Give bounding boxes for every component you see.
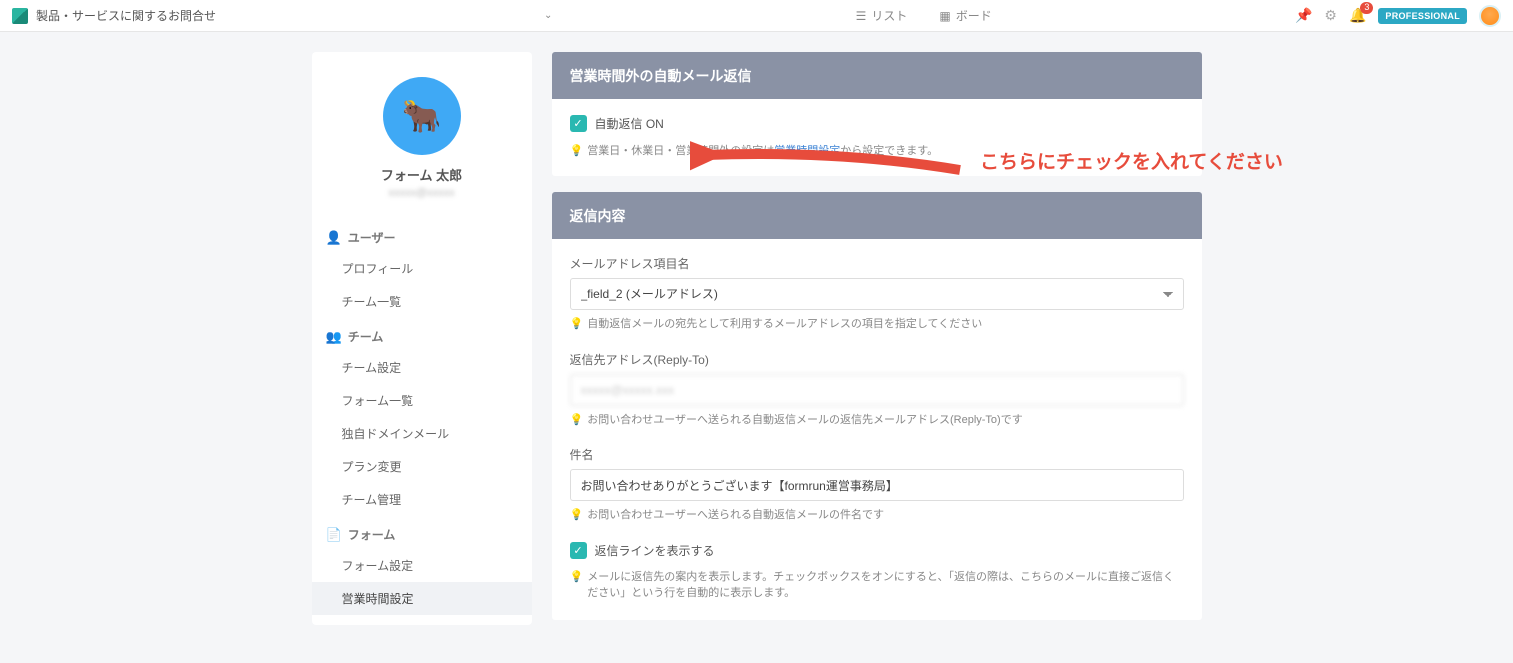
board-icon: ▦ [939,9,950,23]
app-logo-icon[interactable] [12,8,28,24]
profile-email: xxxxx@xxxxx [388,187,454,199]
view-tab-board-label: ボード [956,7,992,24]
auto-reply-hint: 💡 営業日・休業日・営業時間外の設定は営業時間設定から設定できます。 [570,142,1184,158]
bell-icon[interactable]: 🔔 3 [1349,7,1366,24]
sidebar-item-team-manage[interactable]: チーム管理 [312,483,532,516]
reply-to-label: 返信先アドレス(Reply-To) [570,351,1184,368]
reply-to-input[interactable] [570,374,1184,406]
form-icon: 📄 [326,527,342,543]
list-icon: ☰ [856,9,867,23]
sidebar-item-business-hours[interactable]: 営業時間設定 [312,582,532,615]
sidebar-item-domain-mail[interactable]: 独自ドメインメール [312,417,532,450]
sidebar-section-user: 👤 ユーザー [312,219,532,252]
bulb-icon: 💡 [570,412,584,429]
panel-header-reply-content: 返信内容 [552,192,1202,240]
team-icon: 👥 [326,329,342,345]
topbar: 製品・サービスに関するお問合せ ⌄ ☰ リスト ▦ ボード 📌 ⚙ 🔔 3 PR… [0,0,1513,32]
bulb-icon: 💡 [570,144,584,157]
reply-line-hint: 💡 メールに返信先の案内を表示します。チェックボックスをオンにすると、「返信の際… [570,569,1184,602]
plan-badge: PROFESSIONAL [1378,8,1467,24]
pin-icon[interactable]: 📌 [1295,7,1312,24]
sidebar-item-form-list[interactable]: フォーム一覧 [312,384,532,417]
panel-header-auto-reply: 営業時間外の自動メール返信 [552,52,1202,100]
profile-name: フォーム 太郎 [381,165,462,184]
sidebar-section-form: 📄 フォーム [312,516,532,549]
email-field-hint: 💡 自動返信メールの宛先として利用するメールアドレスの項目を指定してください [570,316,1184,333]
notification-badge: 3 [1360,2,1373,14]
email-field-select[interactable]: _field_2 (メールアドレス) [570,278,1184,310]
chevron-down-icon[interactable]: ⌄ [544,10,552,21]
reply-line-label: 返信ラインを表示する [595,542,715,559]
sidebar-item-team-list[interactable]: チーム一覧 [312,285,532,318]
bulb-icon: 💡 [570,569,584,586]
bull-icon: 🐂 [402,97,442,135]
subject-input[interactable] [570,469,1184,501]
view-tab-board[interactable]: ▦ ボード [939,7,991,24]
profile-avatar: 🐂 [383,77,461,155]
bulb-icon: 💡 [570,507,584,524]
sidebar-item-profile[interactable]: プロフィール [312,252,532,285]
view-tab-list[interactable]: ☰ リスト [856,7,908,24]
sidebar-section-team: 👥 チーム [312,318,532,351]
email-field-label: メールアドレス項目名 [570,255,1184,272]
page-title: 製品・サービスに関するお問合せ [36,7,216,24]
auto-reply-label: 自動返信 ON [595,115,664,132]
subject-label: 件名 [570,446,1184,463]
business-hours-link[interactable]: 営業時間設定 [774,145,840,157]
user-icon: 👤 [326,230,342,246]
user-avatar[interactable] [1479,5,1501,27]
auto-reply-checkbox[interactable]: ✓ [570,115,587,132]
panel-reply-content: 返信内容 メールアドレス項目名 _field_2 (メールアドレス) 💡 自動返… [552,192,1202,620]
reply-line-checkbox[interactable]: ✓ [570,542,587,559]
subject-hint: 💡 お問い合わせユーザーへ送られる自動返信メールの件名です [570,507,1184,524]
reply-to-hint: 💡 お問い合わせユーザーへ送られる自動返信メールの返信先メールアドレス(Repl… [570,412,1184,429]
sidebar-item-form-settings[interactable]: フォーム設定 [312,549,532,582]
sidebar-item-plan-change[interactable]: プラン変更 [312,450,532,483]
panel-auto-reply: 営業時間外の自動メール返信 ✓ 自動返信 ON 💡 営業日・休業日・営業時間外の… [552,52,1202,176]
gear-icon[interactable]: ⚙ [1324,7,1337,24]
bulb-icon: 💡 [570,316,584,333]
sidebar-item-team-settings[interactable]: チーム設定 [312,351,532,384]
view-tab-list-label: リスト [871,7,907,24]
sidebar: 🐂 フォーム 太郎 xxxxx@xxxxx 👤 ユーザー プロフィール チーム一… [312,52,532,625]
